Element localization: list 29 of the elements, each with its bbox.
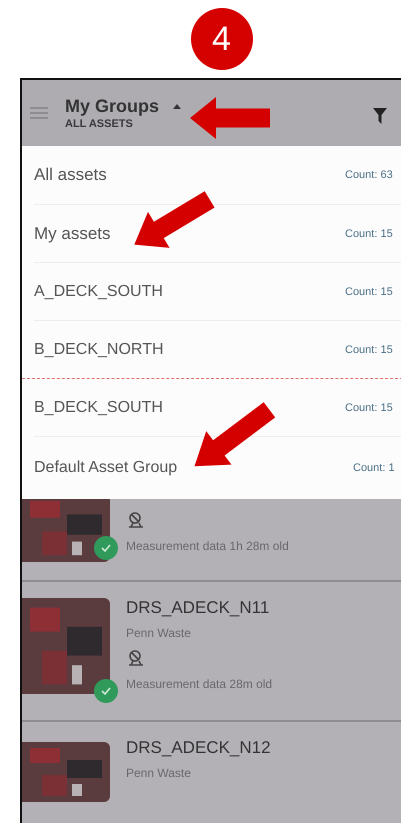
machine-icon: [126, 648, 146, 668]
group-count: Count: 1: [353, 462, 396, 474]
caret-icon[interactable]: [173, 104, 182, 109]
asset-owner: Penn Waste: [126, 626, 192, 640]
measurement-status: Measurement data 28m old: [126, 677, 272, 691]
asset-owner: Penn Waste: [126, 766, 192, 780]
group-name: Default Asset Group: [34, 459, 178, 477]
group-count: Count: 63: [345, 169, 394, 181]
group-name: A_DECK_SOUTH: [34, 282, 163, 300]
group-count: Count: 15: [345, 228, 394, 240]
asset-name: DRS_ADECK_N12: [126, 738, 271, 758]
asset-card[interactable]: DRS_ADECK_N11 Penn Waste Measurement data 28m old: [22, 582, 401, 722]
step-number-badge: 4: [190, 8, 252, 70]
group-name: My assets: [34, 224, 111, 244]
group-count: Count: 15: [345, 286, 394, 298]
machine-icon: [126, 510, 146, 530]
group-menu-item[interactable]: B_DECK_NORTH Count: 15: [22, 321, 401, 379]
group-menu-item[interactable]: A_DECK_SOUTH Count: 15: [34, 263, 401, 321]
asset-card[interactable]: DRS_ADECK_N12 Penn Waste: [22, 722, 401, 823]
group-count: Count: 15: [345, 344, 394, 356]
filter-icon[interactable]: [373, 108, 387, 124]
group-name: B_DECK_NORTH: [34, 340, 164, 358]
group-count: Count: 15: [345, 402, 394, 414]
app-bar-subtitle: ALL ASSETS: [65, 118, 134, 130]
group-name: B_DECK_SOUTH: [34, 398, 163, 416]
measurement-status: Measurement data 1h 28m old: [126, 539, 289, 553]
asset-name: DRS_ADECK_N11: [126, 598, 270, 618]
app-bar-title[interactable]: My Groups: [65, 96, 160, 117]
group-name: All assets: [34, 165, 107, 185]
